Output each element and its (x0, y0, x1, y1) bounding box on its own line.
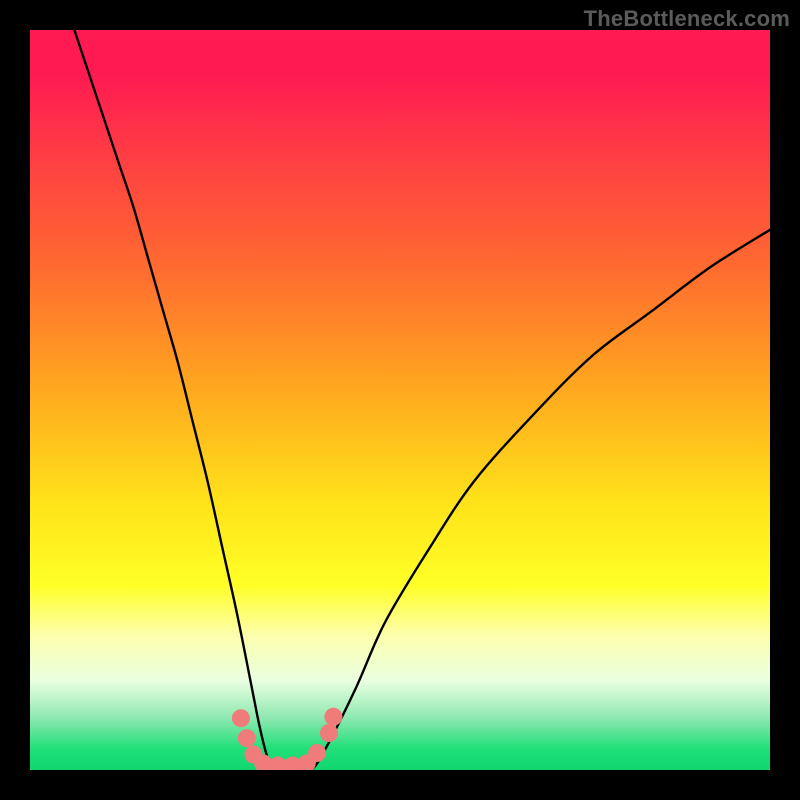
curve-markers (232, 708, 343, 770)
chart-frame: TheBottleneck.com (0, 0, 800, 800)
curve-marker (308, 744, 326, 762)
curve-marker (238, 729, 256, 747)
chart-plot-area (30, 30, 770, 770)
chart-svg (30, 30, 770, 770)
curve-marker (232, 709, 250, 727)
bottleneck-curve (74, 30, 770, 770)
curve-marker (320, 724, 338, 742)
curve-marker (324, 708, 342, 726)
watermark-text: TheBottleneck.com (584, 6, 790, 32)
